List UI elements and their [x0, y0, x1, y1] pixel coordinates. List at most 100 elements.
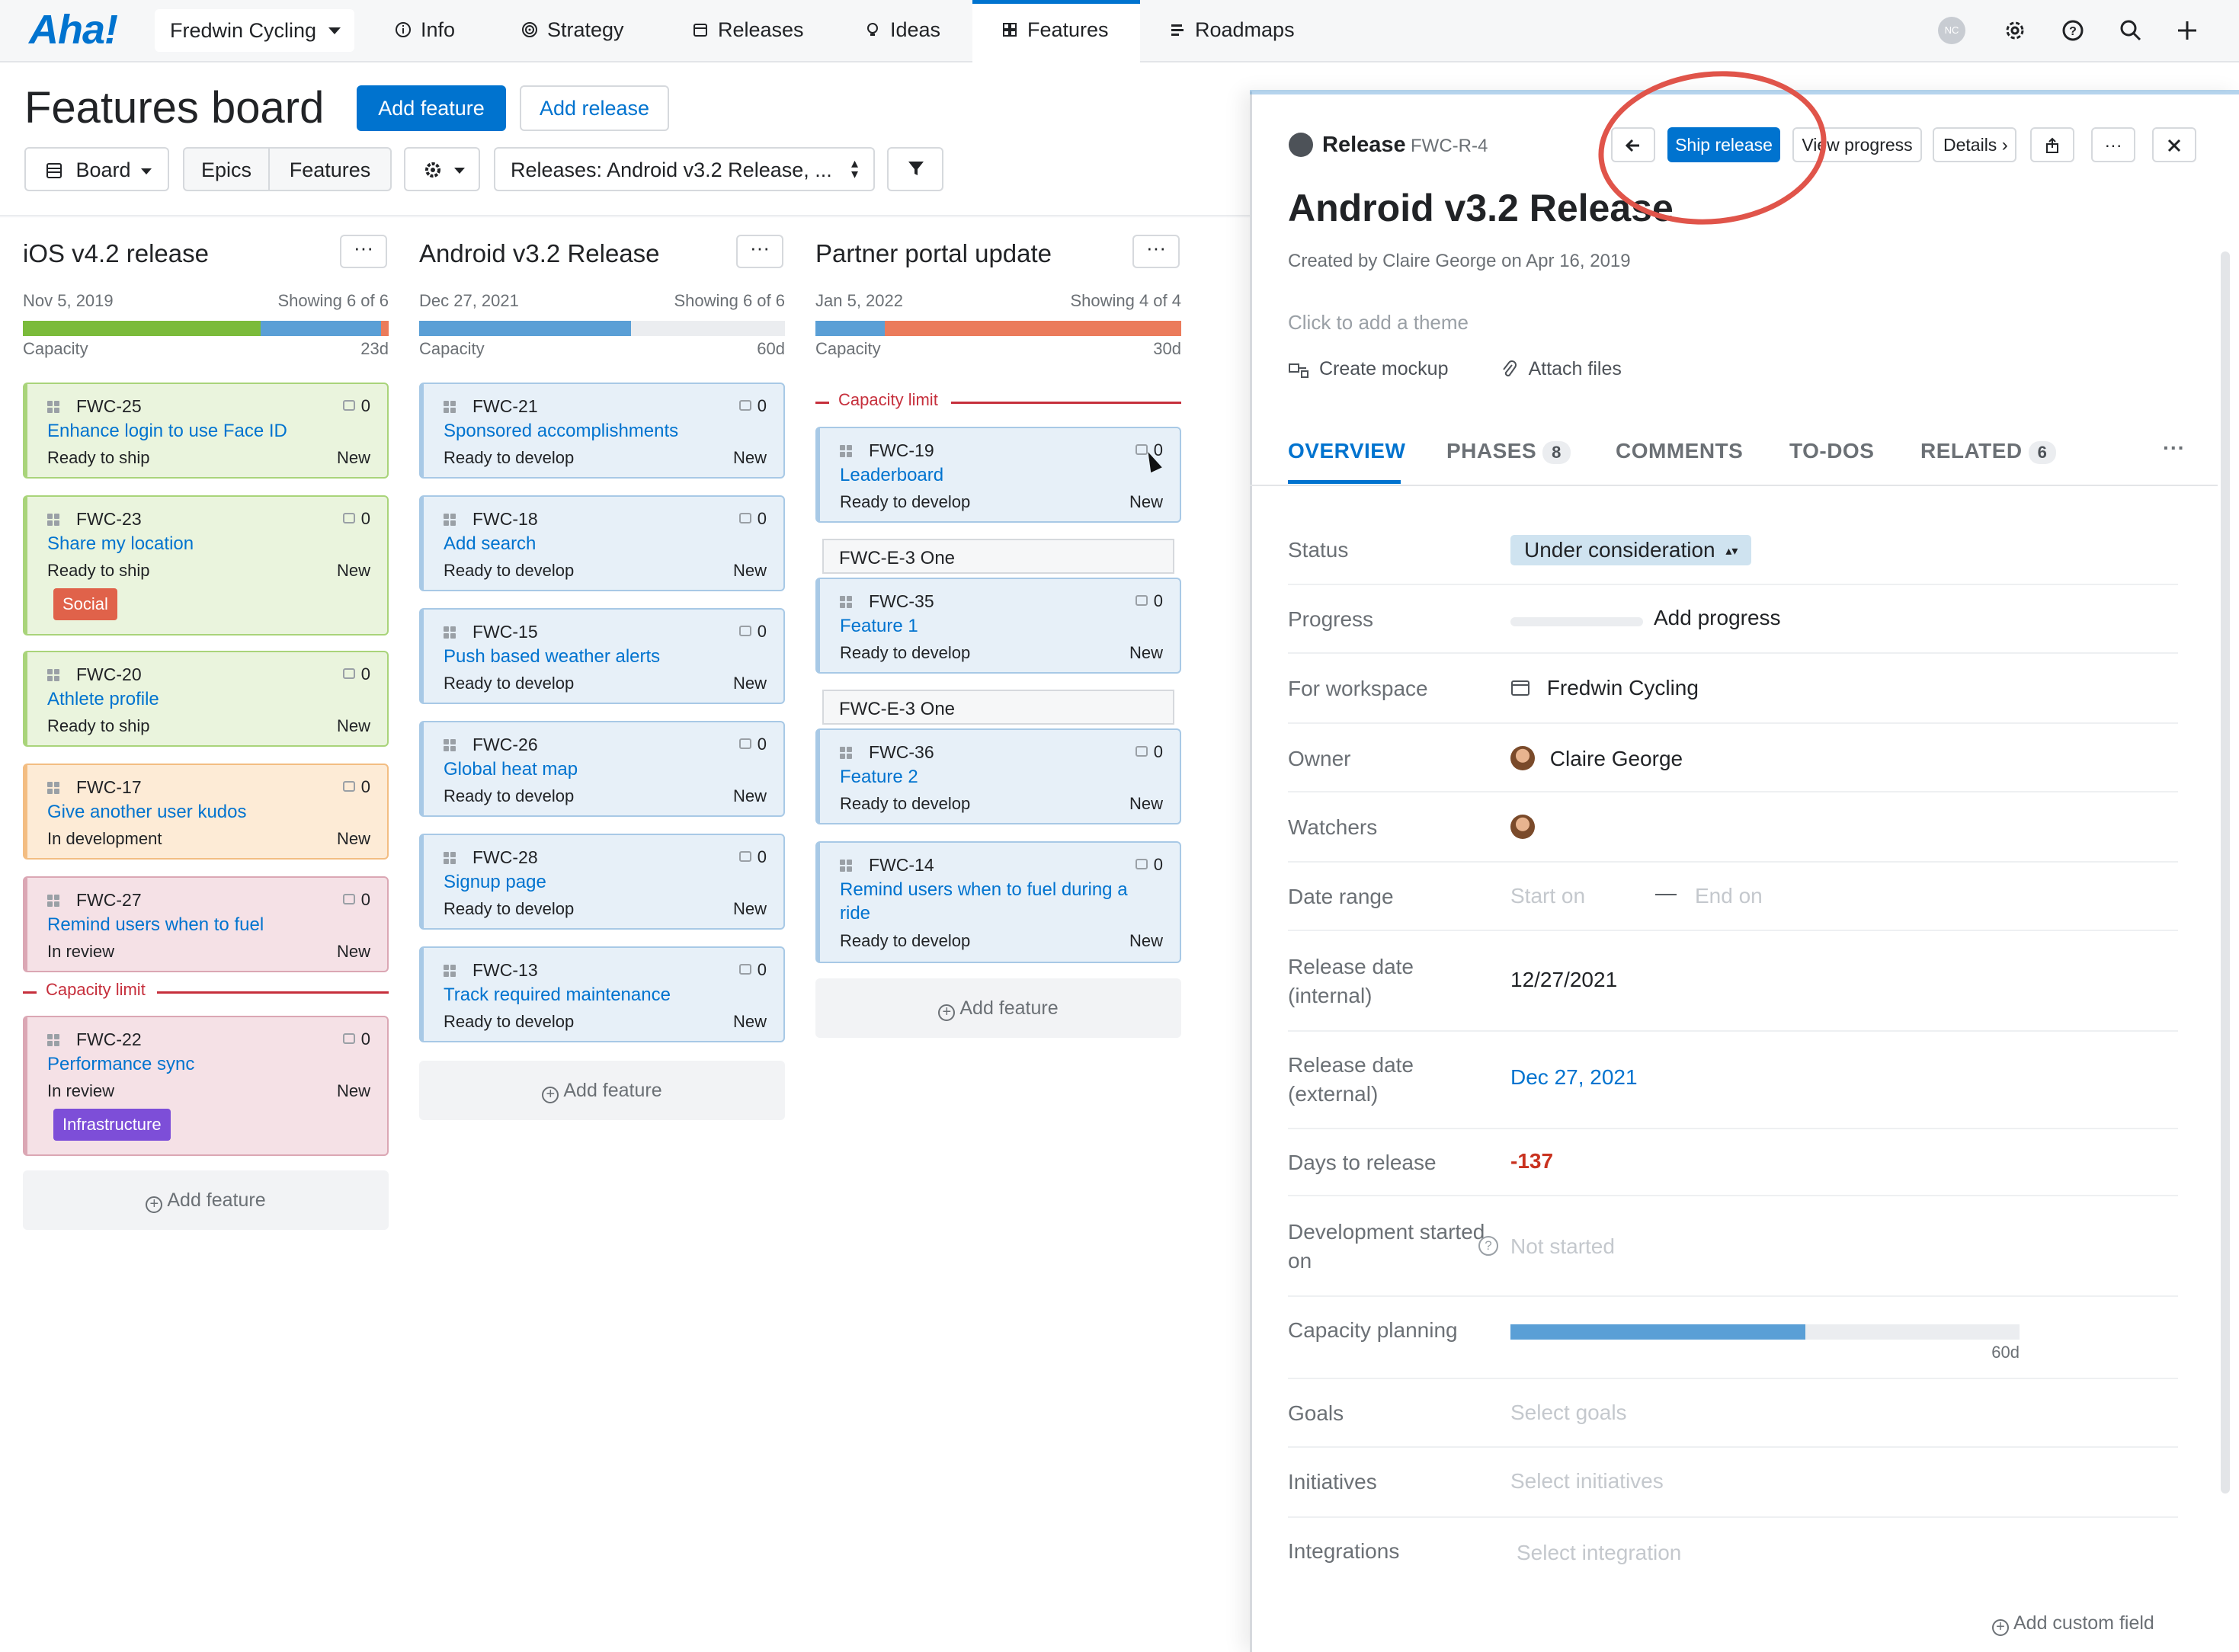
card-name[interactable]: Add search [444, 532, 764, 555]
end-on-field[interactable]: End on [1695, 884, 1763, 908]
filter-button[interactable] [887, 147, 943, 191]
nav-tab-ideas[interactable]: Ideas [864, 0, 940, 62]
card-name[interactable]: Global heat map [444, 757, 764, 781]
drag-handle-icon[interactable] [47, 1034, 59, 1046]
column-more-button[interactable]: ··· [340, 235, 387, 268]
feature-card[interactable]: FWC-35 0 Feature 1 Ready to develop New [815, 578, 1181, 674]
feature-card[interactable]: FWC-17 0 Give another user kudos In deve… [23, 764, 389, 860]
feature-card[interactable]: FWC-27 0 Remind users when to fuel In re… [23, 876, 389, 972]
feature-card[interactable]: FWC-19 0 Leaderboard Ready to develop Ne… [815, 427, 1181, 523]
column-more-button[interactable]: ··· [736, 235, 783, 268]
drag-handle-icon[interactable] [47, 401, 59, 413]
integrations-select[interactable]: Select integration [1517, 1541, 1681, 1565]
feature-card[interactable]: FWC-25 0 Enhance login to use Face ID Re… [23, 383, 389, 479]
nav-tab-strategy[interactable]: Strategy [521, 0, 624, 62]
drag-handle-icon[interactable] [444, 514, 456, 526]
tag-badge[interactable]: Social [53, 588, 117, 620]
feature-card[interactable]: FWC-23 0 Share my location Ready to ship… [23, 495, 389, 636]
feature-card[interactable]: FWC-28 0 Signup page Ready to develop Ne… [419, 834, 785, 930]
share-button[interactable] [2030, 127, 2074, 162]
drag-handle-icon[interactable] [47, 895, 59, 907]
tab-overview[interactable]: OVERVIEW [1288, 439, 1405, 463]
tag-badge[interactable]: Infrastructure [53, 1109, 171, 1141]
aha-logo[interactable]: Aha! [29, 6, 118, 53]
card-name[interactable]: Signup page [444, 870, 764, 894]
tabs-more-button[interactable]: ··· [2163, 436, 2185, 460]
release-external-value[interactable]: Dec 27, 2021 [1510, 1065, 1638, 1090]
initiatives-select[interactable]: Select initiatives [1510, 1469, 1664, 1494]
drag-handle-icon[interactable] [840, 596, 852, 608]
board-view-select[interactable]: Board [24, 147, 169, 191]
owner-field[interactable]: Claire George [1510, 746, 1683, 771]
feature-card[interactable]: FWC-20 0 Athlete profile Ready to ship N… [23, 651, 389, 747]
drag-handle-icon[interactable] [47, 669, 59, 681]
nav-tab-info[interactable]: Info [395, 0, 455, 62]
close-button[interactable] [2152, 127, 2196, 162]
features-toggle[interactable]: Features [268, 147, 392, 191]
nav-tab-features[interactable]: Features [972, 0, 1140, 62]
releases-filter-select[interactable]: Releases: Android v3.2 Release, ... ▴ ▾ [494, 147, 875, 191]
add-progress-link[interactable]: Add progress [1654, 606, 1781, 630]
details-button[interactable]: Details › [1933, 127, 2016, 162]
card-name[interactable]: Remind users when to fuel during a ride [840, 878, 1160, 925]
workspace-value-field[interactable]: Fredwin Cycling [1510, 676, 1699, 700]
search-icon[interactable] [2116, 15, 2146, 46]
card-name[interactable]: Track required maintenance [444, 983, 764, 1007]
drawer-scrollbar[interactable] [2221, 251, 2230, 1494]
add-feature-button[interactable]: + Add feature [815, 978, 1181, 1038]
watchers-field[interactable] [1510, 815, 1535, 844]
record-reference[interactable]: FWC-R-4 [1411, 136, 1488, 157]
feature-card[interactable]: FWC-26 0 Global heat map Ready to develo… [419, 721, 785, 817]
capacity-planning-bar[interactable] [1510, 1324, 2020, 1340]
attach-files-link[interactable]: Attach files [1501, 358, 1622, 380]
more-options-button[interactable]: ··· [2091, 127, 2135, 162]
progress-bar[interactable] [1510, 617, 1643, 626]
drag-handle-icon[interactable] [840, 860, 852, 872]
card-name[interactable]: Feature 2 [840, 765, 1160, 789]
start-on-field[interactable]: Start on [1510, 884, 1585, 908]
theme-field[interactable]: Click to add a theme [1288, 311, 1469, 335]
column-title[interactable]: Android v3.2 Release [419, 239, 660, 268]
back-button[interactable] [1611, 127, 1655, 162]
card-name[interactable]: Performance sync [47, 1052, 367, 1076]
user-avatar[interactable]: NC [1938, 17, 1965, 44]
drag-handle-icon[interactable] [444, 965, 456, 977]
card-name[interactable]: Enhance login to use Face ID [47, 419, 367, 443]
column-title[interactable]: iOS v4.2 release [23, 239, 209, 268]
drag-handle-icon[interactable] [444, 401, 456, 413]
drag-handle-icon[interactable] [444, 626, 456, 639]
feature-card[interactable]: FWC-13 0 Track required maintenance Read… [419, 946, 785, 1042]
gear-icon[interactable] [2000, 15, 2030, 46]
add-feature-button[interactable]: Add feature [357, 85, 506, 131]
feature-card[interactable]: FWC-36 0 Feature 2 Ready to develop New [815, 728, 1181, 824]
card-name[interactable]: Push based weather alerts [444, 645, 764, 668]
nav-tab-roadmaps[interactable]: Roadmaps [1169, 0, 1295, 62]
add-release-button[interactable]: Add release [520, 85, 669, 131]
tab-related[interactable]: RELATED 6 [1920, 439, 2057, 464]
card-name[interactable]: Share my location [47, 532, 367, 555]
epics-toggle[interactable]: Epics [183, 147, 270, 191]
drag-handle-icon[interactable] [444, 852, 456, 864]
drag-handle-icon[interactable] [840, 445, 852, 457]
drag-handle-icon[interactable] [840, 747, 852, 759]
ship-release-button[interactable]: Ship release [1667, 127, 1780, 162]
release-internal-value[interactable]: 12/27/2021 [1510, 968, 1617, 992]
epic-group-header[interactable]: FWC-E-3 One [822, 690, 1174, 725]
help-icon[interactable]: ? [1478, 1236, 1498, 1256]
tab-comments[interactable]: COMMENTS [1616, 439, 1743, 463]
add-custom-field-button[interactable]: + Add custom field [1992, 1612, 2154, 1636]
board-settings-button[interactable] [404, 147, 480, 191]
add-feature-button[interactable]: + Add feature [23, 1170, 389, 1230]
card-name[interactable]: Athlete profile [47, 687, 367, 711]
epic-group-header[interactable]: FWC-E-3 One [822, 539, 1174, 574]
feature-card[interactable]: FWC-18 0 Add search Ready to develop New [419, 495, 785, 591]
goals-select[interactable]: Select goals [1510, 1401, 1627, 1425]
add-feature-button[interactable]: + Add feature [419, 1061, 785, 1120]
card-name[interactable]: Feature 1 [840, 614, 1160, 638]
help-icon[interactable]: ? [2058, 15, 2088, 46]
create-mockup-link[interactable]: Create mockup [1288, 358, 1448, 380]
drag-handle-icon[interactable] [47, 782, 59, 794]
column-more-button[interactable]: ··· [1132, 235, 1180, 268]
plus-icon[interactable] [2172, 15, 2202, 46]
status-dropdown[interactable]: Under consideration ▴▾ [1510, 535, 1752, 565]
